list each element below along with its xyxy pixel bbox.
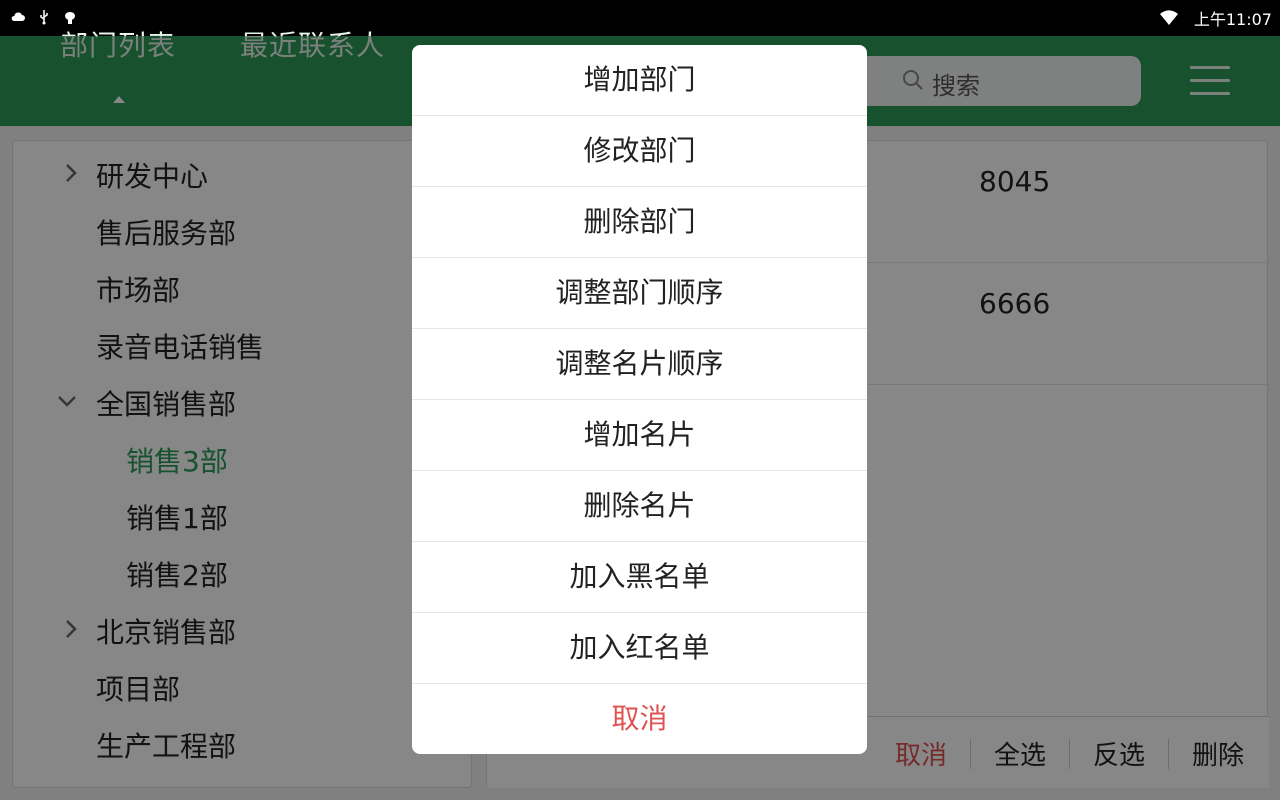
usb-icon xyxy=(40,10,48,25)
menu-item-add-redlist[interactable]: 加入红名单 xyxy=(412,613,867,684)
status-icons-left xyxy=(10,9,78,25)
menu-item-add-department[interactable]: 增加部门 xyxy=(412,45,867,116)
android-debug-icon xyxy=(65,12,75,24)
status-time: 上午11:07 xyxy=(1193,10,1272,29)
status-bar: 上午11:07 xyxy=(0,0,1280,36)
menu-item-add-blacklist[interactable]: 加入黑名单 xyxy=(412,542,867,613)
menu-item-edit-department[interactable]: 修改部门 xyxy=(412,116,867,187)
menu-item-cancel[interactable]: 取消 xyxy=(412,684,867,754)
action-menu-dialog: 增加部门 修改部门 删除部门 调整部门顺序 调整名片顺序 增加名片 删除名片 加… xyxy=(412,45,867,754)
menu-item-add-card[interactable]: 增加名片 xyxy=(412,400,867,471)
status-right: 上午11:07 xyxy=(1159,6,1272,30)
wifi-icon xyxy=(1159,10,1178,25)
cloud-icon xyxy=(11,12,25,21)
menu-item-reorder-cards[interactable]: 调整名片顺序 xyxy=(412,329,867,400)
menu-item-reorder-departments[interactable]: 调整部门顺序 xyxy=(412,258,867,329)
menu-item-delete-card[interactable]: 删除名片 xyxy=(412,471,867,542)
menu-item-delete-department[interactable]: 删除部门 xyxy=(412,187,867,258)
